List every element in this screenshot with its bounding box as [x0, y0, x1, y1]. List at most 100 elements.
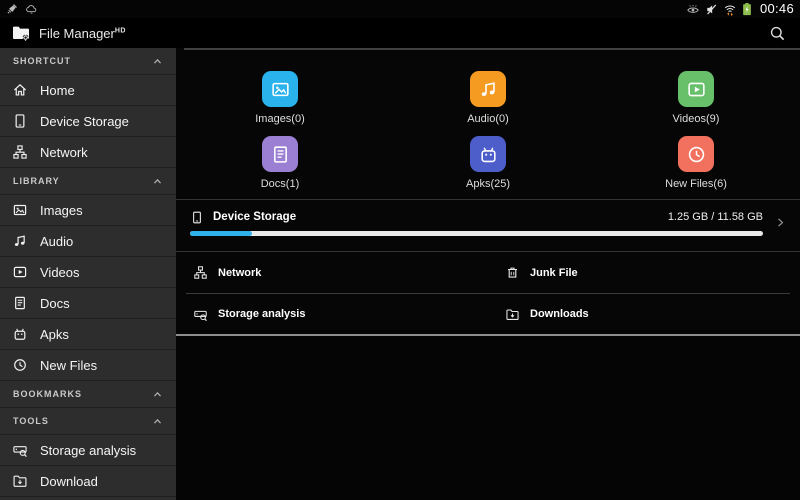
chevron-right-icon [774, 216, 787, 229]
category-label: New Files(6) [665, 177, 727, 191]
images-icon [12, 202, 28, 218]
category-label: Videos(9) [673, 112, 720, 126]
apks-icon [12, 326, 28, 342]
section-label: TOOLS [13, 416, 49, 426]
sidebar-item-label: Apks [40, 327, 69, 342]
sidebar-item-label: Home [40, 83, 75, 98]
chevron-up-icon [152, 56, 163, 67]
status-bar: 00:46 [0, 0, 800, 18]
system-icons: 00:46 [686, 0, 794, 18]
audio-tile-icon [470, 71, 506, 107]
sidebar-section-library[interactable]: LIBRARY [0, 168, 176, 195]
trash-icon [505, 265, 520, 280]
app-bar: File ManagerHD [0, 18, 800, 48]
sidebar-item-videos[interactable]: Videos [0, 257, 176, 288]
category-label: Docs(1) [261, 177, 300, 191]
category-tile-new-files[interactable]: New Files(6) [592, 136, 800, 191]
new-files-tile-icon [678, 136, 714, 172]
apks-tile-icon [470, 136, 506, 172]
sidebar-item-label: Device Storage [40, 114, 129, 129]
category-label: Audio(0) [467, 112, 509, 126]
chevron-up-icon [152, 389, 163, 400]
clean-brush-icon [6, 3, 18, 15]
storage-label: Device Storage [213, 211, 296, 223]
chevron-up-icon [152, 416, 163, 427]
app-title-hd-badge: HD [115, 27, 126, 34]
cloud-icon [25, 3, 38, 15]
sidebar-item-audio[interactable]: Audio [0, 226, 176, 257]
images-tile-icon [262, 71, 298, 107]
sidebar-item-label: Docs [40, 296, 70, 311]
sidebar-item-images[interactable]: Images [0, 195, 176, 226]
notification-icons [6, 3, 38, 15]
sidebar-item-new-files[interactable]: New Files [0, 350, 176, 381]
app-title: File ManagerHD [39, 26, 126, 41]
shortcut-label: Junk File [530, 267, 578, 279]
sidebar-item-apks[interactable]: Apks [0, 319, 176, 350]
network-icon [193, 265, 208, 280]
sidebar-section-tools[interactable]: TOOLS [0, 408, 176, 435]
videos-icon [12, 264, 28, 280]
wifi-icon [723, 3, 737, 16]
download-icon [12, 473, 28, 489]
section-label: LIBRARY [13, 176, 60, 186]
sidebar-item-home[interactable]: Home [0, 75, 176, 106]
category-tile-apks[interactable]: Apks(25) [384, 136, 592, 191]
shortcut-row: Storage analysis Downloads [176, 294, 800, 334]
category-tile-videos[interactable]: Videos(9) [592, 71, 800, 126]
sidebar-item-storage-analysis[interactable]: Storage analysis [0, 435, 176, 466]
category-label: Apks(25) [466, 177, 510, 191]
shortcut-network[interactable]: Network [176, 252, 488, 293]
storage-progress-fill [190, 231, 252, 236]
home-icon [12, 82, 28, 98]
shortcut-label: Network [218, 267, 261, 279]
sidebar-section-shortcut[interactable]: SHORTCUT [0, 48, 176, 75]
sidebar-item-network[interactable]: Network [0, 137, 176, 168]
eye-icon [686, 3, 700, 16]
sidebar-section-bookmarks[interactable]: BOOKMARKS [0, 381, 176, 408]
device-storage-row[interactable]: Device Storage 1.25 GB / 11.58 GB [176, 200, 800, 251]
network-icon [12, 144, 28, 160]
shortcut-junk-file[interactable]: Junk File [488, 252, 800, 293]
clock-time: 00:46 [760, 0, 794, 18]
storage-progress-bar [190, 231, 763, 236]
section-label: SHORTCUT [13, 56, 71, 66]
sidebar: SHORTCUT Home Device Storage Network LIB… [0, 48, 176, 500]
sidebar-item-label: Download [40, 474, 98, 489]
section-label: BOOKMARKS [13, 389, 82, 399]
shortcut-storage-analysis[interactable]: Storage analysis [176, 294, 488, 334]
chevron-up-icon [152, 176, 163, 187]
download-icon [505, 307, 520, 322]
sidebar-item-label: Storage analysis [40, 443, 136, 458]
search-icon[interactable] [769, 25, 786, 42]
main-content: Images(0) Audio(0) Videos(9) Docs(1) [176, 48, 800, 500]
storage-analysis-icon [193, 307, 208, 322]
battery-charging-icon [742, 2, 752, 16]
category-grid: Images(0) Audio(0) Videos(9) Docs(1) [176, 50, 800, 191]
device-storage-icon [190, 210, 204, 225]
sidebar-item-device-storage[interactable]: Device Storage [0, 106, 176, 137]
category-label: Images(0) [255, 112, 305, 126]
sidebar-item-label: Images [40, 203, 83, 218]
shortcut-label: Downloads [530, 308, 589, 320]
storage-usage-text: 1.25 GB / 11.58 GB [668, 211, 763, 223]
audio-icon [12, 233, 28, 249]
app-logo-folder-icon [10, 23, 32, 43]
sidebar-item-download[interactable]: Download [0, 466, 176, 497]
clock-icon [12, 357, 28, 373]
videos-tile-icon [678, 71, 714, 107]
storage-analysis-icon [12, 442, 28, 458]
sidebar-item-label: Audio [40, 234, 73, 249]
shortcut-row: Network Junk File [176, 252, 800, 293]
category-tile-docs[interactable]: Docs(1) [176, 136, 384, 191]
mute-icon [705, 3, 718, 16]
docs-icon [12, 295, 28, 311]
sidebar-item-label: New Files [40, 358, 97, 373]
sidebar-item-docs[interactable]: Docs [0, 288, 176, 319]
category-tile-images[interactable]: Images(0) [176, 71, 384, 126]
category-tile-audio[interactable]: Audio(0) [384, 71, 592, 126]
device-storage-icon [12, 113, 28, 129]
shortcut-label: Storage analysis [218, 308, 305, 320]
shortcut-downloads[interactable]: Downloads [488, 294, 800, 334]
docs-tile-icon [262, 136, 298, 172]
